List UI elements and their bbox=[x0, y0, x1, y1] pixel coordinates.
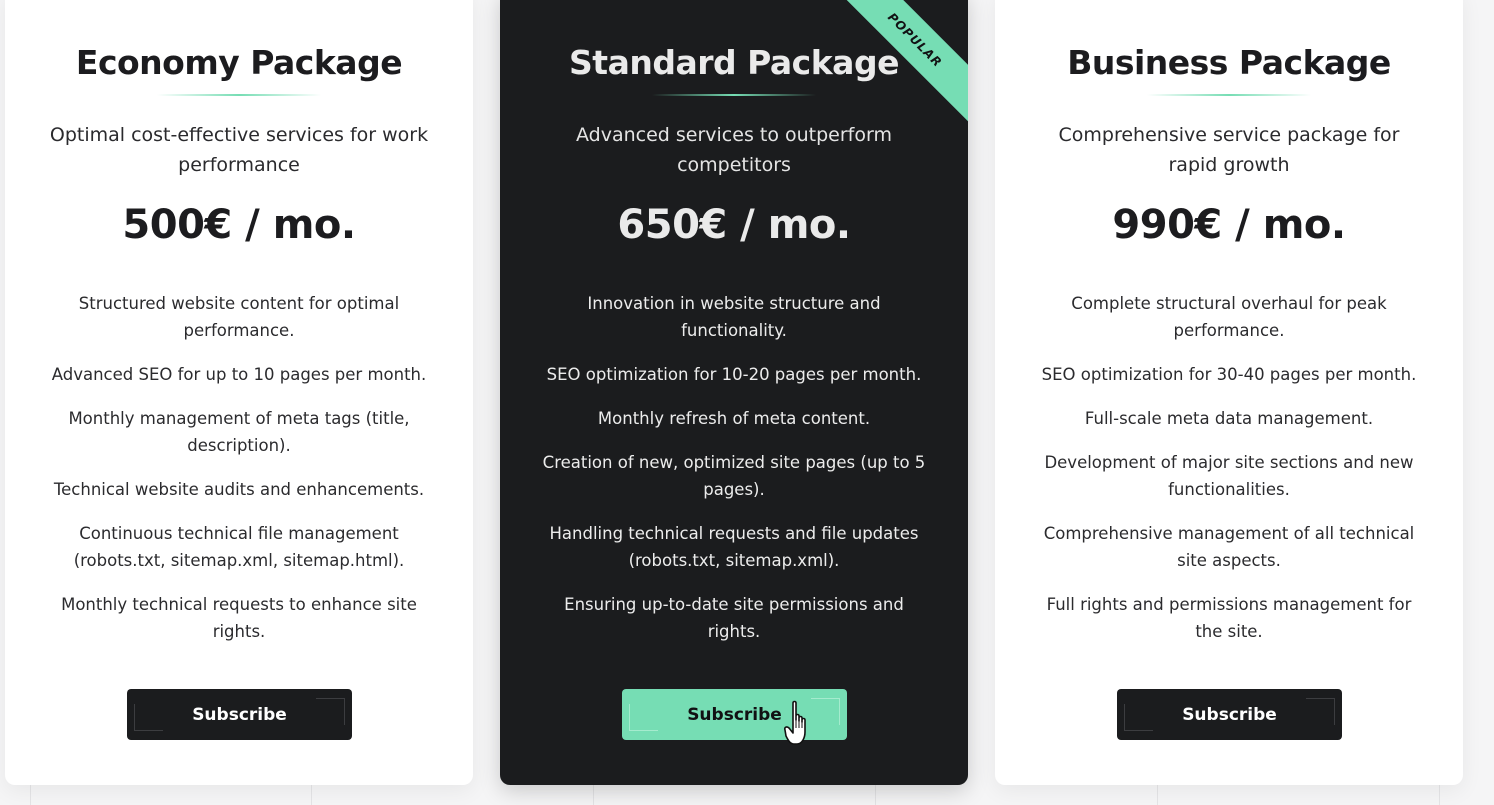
title-divider bbox=[1147, 94, 1311, 96]
feature-item: Monthly refresh of meta content. bbox=[597, 409, 871, 428]
pricing-card-economy: Economy Package Optimal cost-effective s… bbox=[5, 0, 473, 785]
subscribe-button-label: Subscribe bbox=[1182, 704, 1277, 725]
plan-title: Economy Package bbox=[75, 43, 403, 82]
title-divider bbox=[652, 94, 816, 96]
plan-price: 500€ / mo. bbox=[122, 202, 356, 248]
feature-item: Ensuring up-to-date site permissions and… bbox=[564, 595, 904, 641]
feature-item: Creation of new, optimized site pages (u… bbox=[542, 453, 926, 499]
subscribe-button-business[interactable]: Subscribe bbox=[1117, 689, 1342, 740]
pricing-card-standard: POPULAR Standard Package Advanced servic… bbox=[500, 0, 968, 785]
button-corner-decoration bbox=[811, 698, 840, 725]
subscribe-button-economy[interactable]: Subscribe bbox=[127, 689, 352, 740]
plan-price: 990€ / mo. bbox=[1112, 202, 1346, 248]
feature-item: Advanced SEO for up to 10 pages per mont… bbox=[51, 365, 427, 384]
feature-item: Continuous technical file management (ro… bbox=[73, 524, 405, 570]
feature-item: Complete structural overhaul for peak pe… bbox=[1071, 294, 1387, 340]
feature-item: Full rights and permissions management f… bbox=[1046, 595, 1412, 641]
feature-list: Innovation in website structure and func… bbox=[538, 290, 930, 662]
button-corner-decoration bbox=[1124, 704, 1153, 731]
plan-description: Comprehensive service package for rapid … bbox=[1058, 124, 1400, 176]
subscribe-button-label: Subscribe bbox=[192, 704, 287, 725]
feature-item: Innovation in website structure and func… bbox=[587, 294, 881, 340]
button-corner-decoration bbox=[134, 704, 163, 731]
feature-item: Monthly technical requests to enhance si… bbox=[61, 595, 417, 641]
feature-list: Structured website content for optimal p… bbox=[43, 290, 435, 662]
feature-item: Development of major site sections and n… bbox=[1044, 453, 1414, 499]
pricing-card-business: Business Package Comprehensive service p… bbox=[995, 0, 1463, 785]
subscribe-button-label: Subscribe bbox=[687, 704, 782, 725]
plan-title: Standard Package bbox=[569, 43, 899, 82]
button-corner-decoration bbox=[1306, 698, 1335, 725]
button-corner-decoration bbox=[629, 704, 658, 731]
plan-price: 650€ / mo. bbox=[617, 202, 851, 248]
feature-item: Monthly management of meta tags (title, … bbox=[68, 409, 410, 455]
button-corner-decoration bbox=[316, 698, 345, 725]
feature-item: Technical website audits and enhancement… bbox=[53, 480, 425, 499]
feature-item: Handling technical requests and file upd… bbox=[549, 524, 919, 570]
feature-item: Comprehensive management of all technica… bbox=[1043, 524, 1415, 570]
feature-item: SEO optimization for 30-40 pages per mon… bbox=[1041, 365, 1417, 384]
plan-title: Business Package bbox=[1067, 43, 1391, 82]
plan-description: Optimal cost-effective services for work… bbox=[49, 124, 429, 176]
title-divider bbox=[157, 94, 321, 96]
feature-item: Structured website content for optimal p… bbox=[78, 294, 400, 340]
feature-item: SEO optimization for 10-20 pages per mon… bbox=[546, 365, 922, 384]
plan-description: Advanced services to outperform competit… bbox=[576, 124, 892, 176]
feature-list: Complete structural overhaul for peak pe… bbox=[1033, 290, 1425, 662]
feature-item: Full-scale meta data management. bbox=[1084, 409, 1374, 428]
hand-pointer-cursor-icon bbox=[784, 700, 806, 745]
